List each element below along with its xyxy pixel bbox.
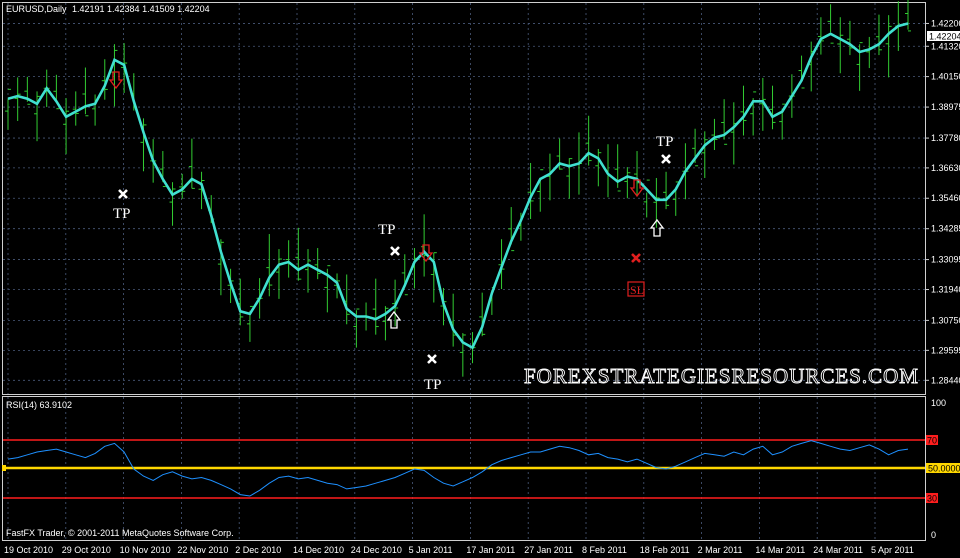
ohlc-values: 1.42191 1.42384 1.41509 1.42204	[72, 4, 210, 14]
price-tick-label: 1.34285	[931, 224, 960, 234]
date-tick-label: 27 Jan 2011	[524, 545, 573, 555]
rsi-axis-100: 100	[931, 398, 946, 408]
price-tick-label: 1.35460	[931, 193, 960, 203]
take-profit-label: TP	[656, 134, 674, 150]
price-tick-label: 1.37780	[931, 133, 960, 143]
price-tick-label: 1.38975	[931, 102, 960, 112]
price-tick-label: 1.42200	[931, 18, 960, 28]
date-tick-label: 17 Jan 2011	[466, 545, 515, 555]
date-tick-label: 22 Nov 2010	[177, 545, 228, 555]
rsi-axis-0: 0	[931, 530, 936, 540]
price-tick-label: 1.28440	[931, 375, 960, 385]
price-tag: 1.42204	[927, 31, 960, 42]
price-tick-label: 1.41320	[931, 41, 960, 51]
take-profit-label: TP	[424, 377, 442, 393]
watermark: FOREXSTRATEGIESRESOURCES.COM	[524, 364, 919, 388]
price-tick-label: 1.31940	[931, 285, 960, 295]
price-tick-label: 1.40150	[931, 72, 960, 82]
take-profit-label: TP	[378, 222, 396, 238]
price-panel-bg	[0, 0, 960, 558]
stop-loss-label: SL	[630, 283, 644, 297]
date-tick-label: 19 Oct 2010	[4, 545, 53, 555]
date-tick-label: 24 Dec 2010	[351, 545, 402, 555]
rsi-tag-70: 70	[927, 436, 937, 446]
rsi-mid-marker	[2, 465, 6, 471]
date-tick-label: 18 Feb 2011	[640, 545, 690, 555]
current-price-tag: 1.42204	[929, 32, 960, 42]
date-tick-label: 8 Feb 2011	[582, 545, 627, 555]
date-tick-label: 29 Oct 2010	[62, 545, 111, 555]
date-tick-label: 2 Dec 2010	[235, 545, 281, 555]
rsi-tag-50: 50.0000	[928, 464, 960, 474]
date-tick-label: 14 Mar 2011	[755, 545, 805, 555]
price-tick-label: 1.29595	[931, 345, 960, 355]
price-tick-label: 1.30750	[931, 315, 960, 325]
take-profit-label: TP	[113, 206, 131, 222]
date-tick-label: 5 Apr 2011	[871, 545, 914, 555]
symbol-header: EURUSD,Daily	[6, 4, 67, 14]
date-tick-label: 2 Mar 2011	[698, 545, 743, 555]
price-tick-label: 1.36630	[931, 163, 960, 173]
date-tick-label: 14 Dec 2010	[293, 545, 344, 555]
copyright-text: FastFX Trader, © 2001-2011 MetaQuotes So…	[6, 528, 234, 538]
price-tick-label: 1.33095	[931, 255, 960, 265]
date-tick-label: 10 Nov 2010	[120, 545, 171, 555]
chart-area[interactable]: EURUSD,Daily 1.42191 1.42384 1.41509 1.4…	[0, 0, 960, 558]
date-tick-label: 5 Jan 2011	[409, 545, 453, 555]
date-tick-label: 24 Mar 2011	[813, 545, 863, 555]
rsi-header: RSI(14) 63.9102	[6, 400, 72, 410]
rsi-tag-30: 30	[927, 494, 937, 504]
